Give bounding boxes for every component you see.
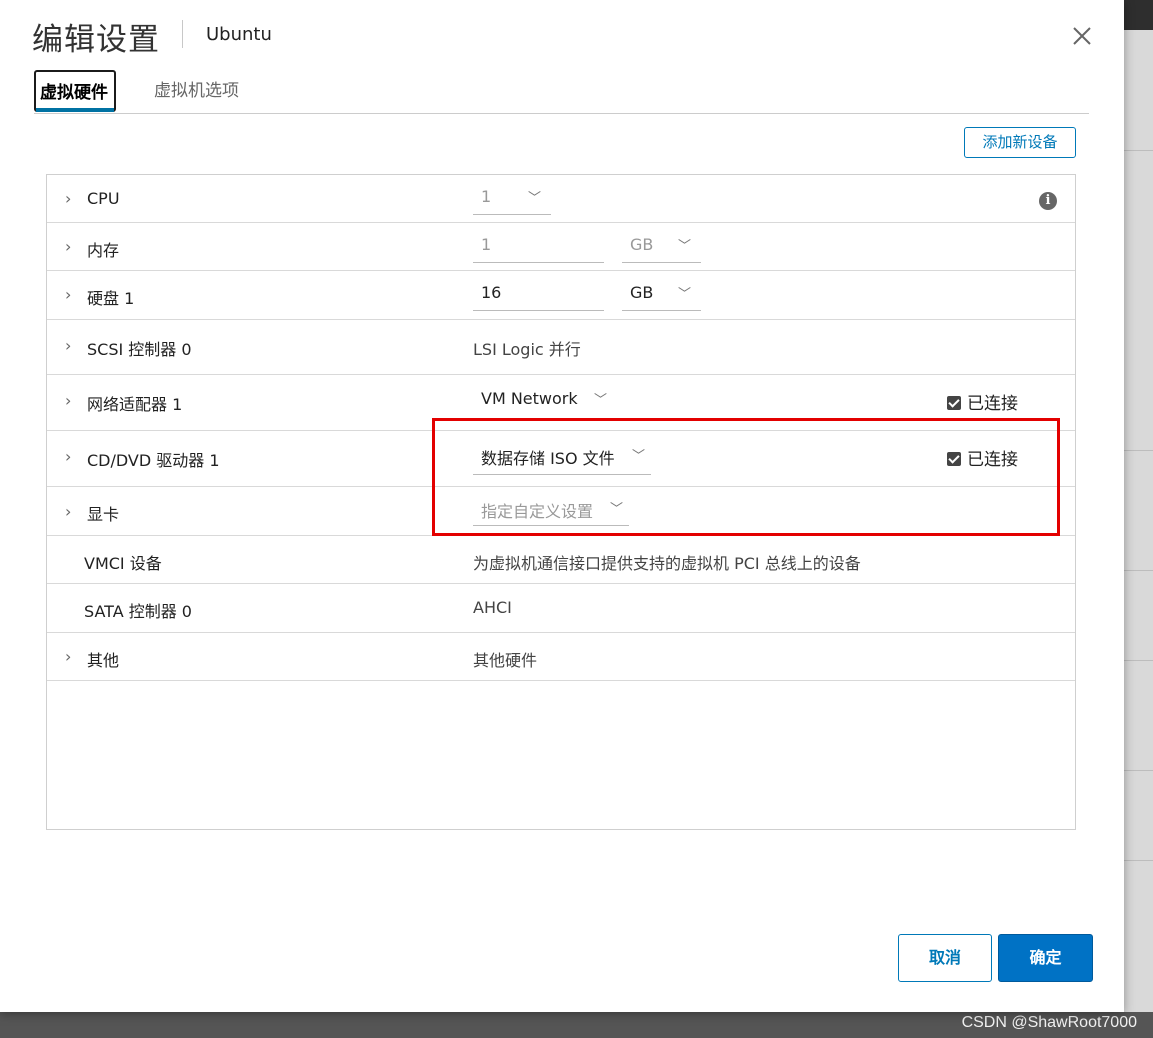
chevron-down-icon: ﹀	[609, 502, 623, 517]
chevron-right-icon[interactable]: ›	[65, 502, 71, 521]
row-value: 为虚拟机通信接口提供支持的虚拟机 PCI 总线上的设备	[473, 554, 861, 573]
row-value: AHCI	[473, 598, 512, 617]
table-row-network-adapter: › 网络适配器 1 VM Network ﹀ 已连接	[47, 375, 1075, 431]
row-label: 其他	[87, 651, 120, 670]
background-window	[1123, 0, 1153, 1038]
close-icon[interactable]	[1068, 22, 1096, 50]
select-value: 1	[481, 187, 492, 206]
cd-dvd-connected-checkbox[interactable]: 已连接	[947, 445, 1018, 470]
chevron-right-icon[interactable]: ›	[65, 447, 71, 466]
table-row-other: › 其他 其他硬件	[47, 633, 1075, 681]
chevron-right-icon[interactable]: ›	[65, 285, 71, 304]
chevron-down-icon: ﹀	[677, 287, 691, 302]
memory-size-input[interactable]: 1	[473, 235, 604, 263]
checkbox-checked-icon	[947, 396, 961, 410]
chevron-down-icon: ﹀	[593, 393, 607, 408]
disk-unit-select[interactable]: GB ﹀	[622, 283, 701, 311]
table-row-cpu: › CPU 1 ﹀ i	[47, 175, 1075, 223]
row-label: SATA 控制器 0	[84, 602, 192, 621]
network-connected-checkbox[interactable]: 已连接	[947, 389, 1018, 414]
dialog-title: 编辑设置	[32, 22, 160, 58]
info-icon[interactable]: i	[1039, 192, 1057, 210]
background-divider	[1123, 860, 1153, 861]
table-row-cd-dvd-drive: › CD/DVD 驱动器 1 数据存储 ISO 文件 ﹀ 已连接	[47, 431, 1075, 487]
background-divider	[1123, 660, 1153, 661]
watermark: CSDN @ShawRoot7000	[961, 1014, 1137, 1031]
chevron-right-icon[interactable]: ›	[65, 647, 71, 666]
table-row-video-card: › 显卡 指定自定义设置 ﹀	[47, 487, 1075, 536]
disk-size-input[interactable]: 16	[473, 283, 604, 311]
video-settings-select[interactable]: 指定自定义设置 ﹀	[473, 498, 629, 526]
row-label: 内存	[87, 241, 120, 260]
edit-settings-dialog: 编辑设置 Ubuntu 虚拟硬件 虚拟机选项 添加新设备 › CPU 1 ﹀ i…	[0, 0, 1124, 1012]
cpu-count-select[interactable]: 1 ﹀	[473, 187, 551, 215]
tab-divider	[34, 113, 1089, 114]
row-label: 硬盘 1	[87, 289, 135, 308]
row-value: LSI Logic 并行	[473, 340, 581, 359]
background-header	[1123, 0, 1153, 30]
row-label: 网络适配器 1	[87, 395, 183, 414]
ok-button[interactable]: 确定	[998, 934, 1093, 982]
chevron-down-icon: ﹀	[677, 239, 691, 254]
hardware-table: › CPU 1 ﹀ i › 内存 1 GB ﹀ › 硬盘 1 16 GB ﹀ ›…	[46, 174, 1076, 830]
table-row-sata-controller: SATA 控制器 0 AHCI	[47, 584, 1075, 633]
active-tab-indicator	[36, 108, 114, 112]
network-select[interactable]: VM Network ﹀	[473, 389, 613, 417]
chevron-down-icon: ﹀	[527, 191, 541, 206]
row-value: 其他硬件	[473, 651, 538, 670]
checkbox-label: 已连接	[967, 394, 1018, 414]
checkbox-checked-icon	[947, 452, 961, 466]
title-separator	[182, 20, 183, 48]
row-label: 显卡	[87, 505, 120, 524]
checkbox-label: 已连接	[967, 450, 1018, 470]
chevron-down-icon: ﹀	[631, 449, 645, 464]
row-label: CD/DVD 驱动器 1	[87, 451, 220, 470]
select-value: GB	[630, 283, 654, 302]
chevron-right-icon[interactable]: ›	[65, 336, 71, 355]
background-divider	[1123, 450, 1153, 451]
cd-dvd-media-select[interactable]: 数据存储 ISO 文件 ﹀	[473, 445, 651, 475]
select-value: 数据存储 ISO 文件	[481, 449, 615, 468]
chevron-right-icon[interactable]: ›	[65, 237, 71, 256]
tab-virtual-hardware[interactable]: 虚拟硬件	[34, 70, 116, 112]
chevron-right-icon[interactable]: ›	[65, 391, 71, 410]
select-value: GB	[630, 235, 654, 254]
add-new-device-button[interactable]: 添加新设备	[964, 127, 1076, 158]
tab-vm-options[interactable]: 虚拟机选项	[150, 70, 243, 112]
table-row-hard-disk: › 硬盘 1 16 GB ﹀	[47, 271, 1075, 320]
row-label: SCSI 控制器 0	[87, 340, 192, 359]
cancel-button[interactable]: 取消	[898, 934, 992, 982]
row-label: VMCI 设备	[84, 554, 162, 573]
row-label: CPU	[87, 189, 120, 208]
select-value: 指定自定义设置	[481, 502, 594, 521]
table-row-scsi-controller: › SCSI 控制器 0 LSI Logic 并行	[47, 320, 1075, 375]
background-divider	[1123, 570, 1153, 571]
table-row-memory: › 内存 1 GB ﹀	[47, 223, 1075, 271]
table-row-vmci-device: VMCI 设备 为虚拟机通信接口提供支持的虚拟机 PCI 总线上的设备	[47, 536, 1075, 584]
background-divider	[1123, 770, 1153, 771]
background-divider	[1123, 150, 1153, 151]
vm-name: Ubuntu	[206, 24, 272, 45]
memory-unit-select[interactable]: GB ﹀	[622, 235, 701, 263]
select-value: VM Network	[481, 389, 578, 408]
chevron-right-icon[interactable]: ›	[65, 189, 71, 208]
